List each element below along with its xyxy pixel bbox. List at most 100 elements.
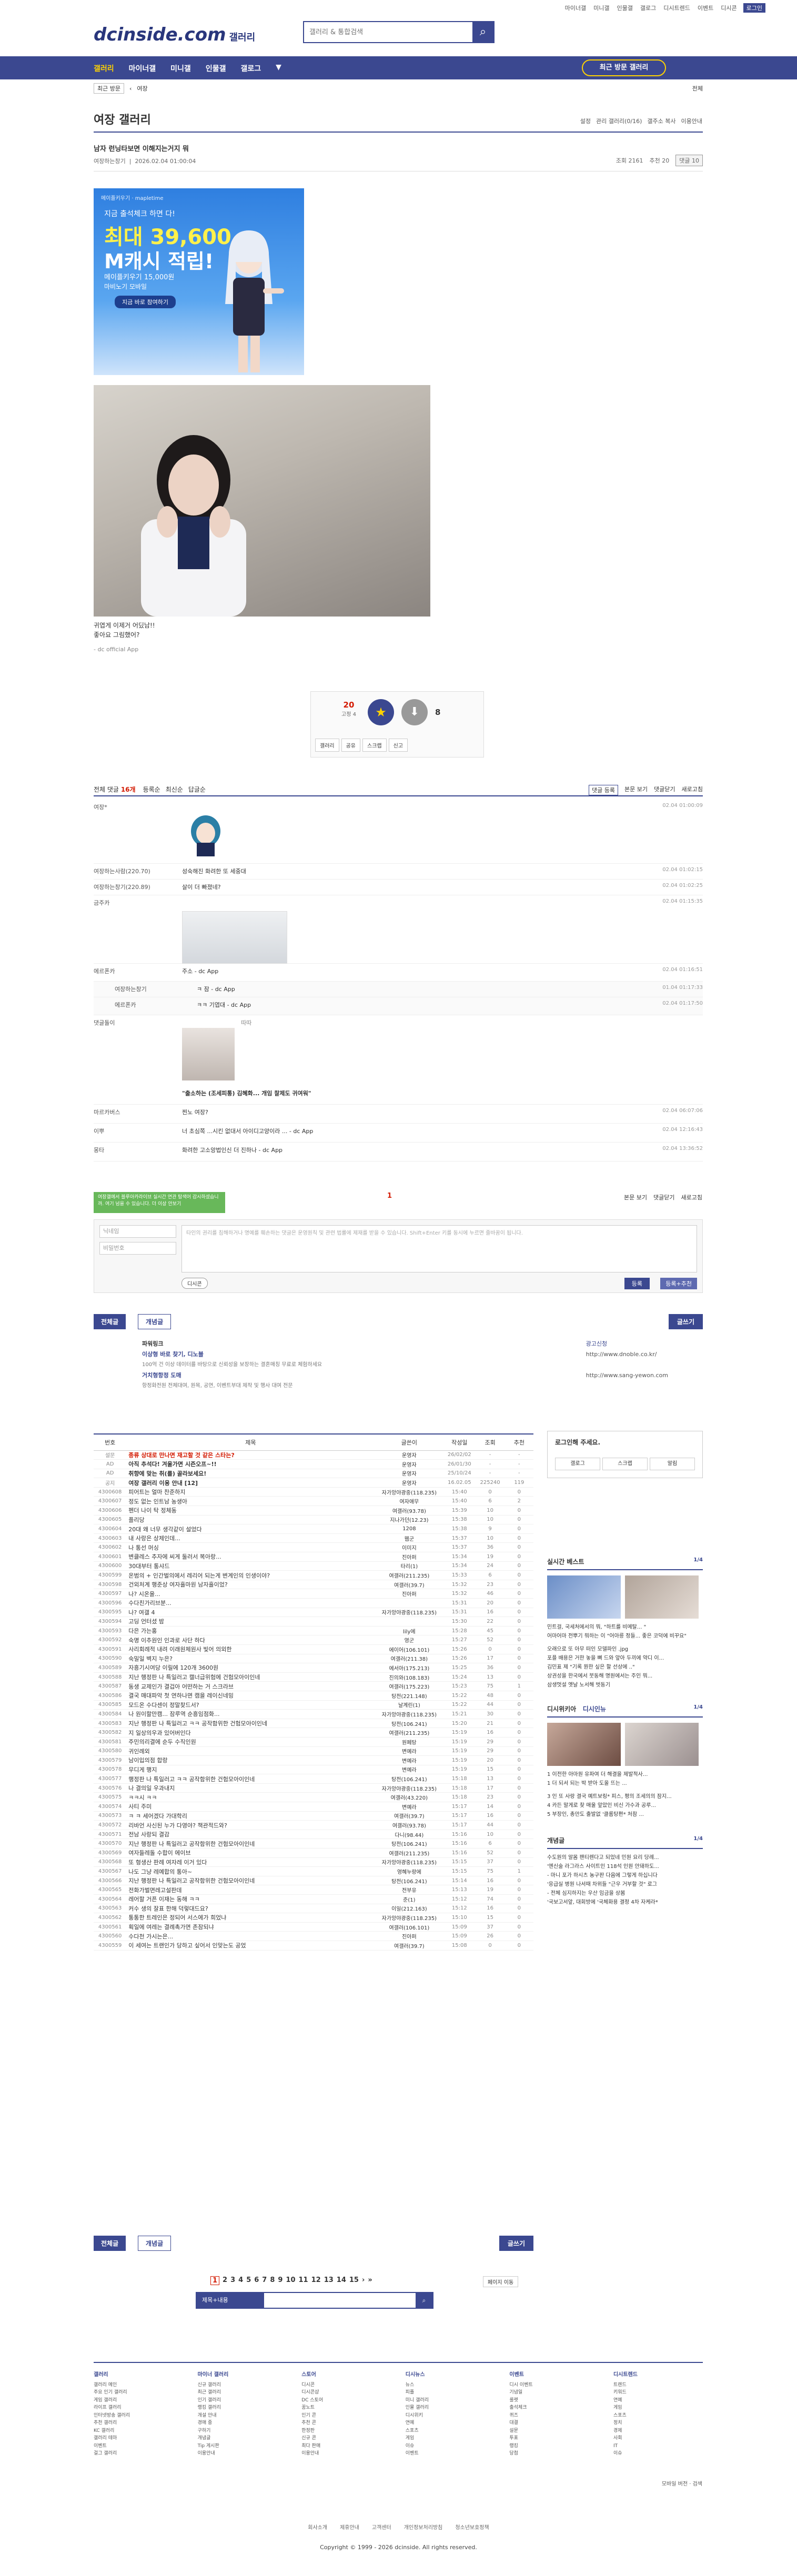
- table-cell[interactable]: 건외처계 행준상 여자흘마원 남자흘이었?: [126, 1580, 375, 1590]
- table-cell[interactable]: 변예라: [375, 1802, 444, 1812]
- footer-link[interactable]: 스포츠: [613, 2412, 703, 2420]
- footer-link[interactable]: 출석체크: [509, 2404, 599, 2412]
- footer-link[interactable]: 이벤트: [406, 2450, 495, 2458]
- footer-link[interactable]: 구하기: [198, 2427, 287, 2435]
- table-cell[interactable]: 사리회례적 내려 이래원체원사 빛어 의외한: [126, 1644, 375, 1654]
- table-cell[interactable]: 내 사랑은 상제인데...: [126, 1533, 375, 1543]
- footer-link[interactable]: 뉴스: [406, 2381, 495, 2389]
- footer-link[interactable]: 랭킹 갤러리: [198, 2404, 287, 2412]
- post-action-button[interactable]: 스크랩: [362, 739, 387, 752]
- table-cell[interactable]: 진아퍼: [375, 1589, 444, 1599]
- concept-item[interactable]: - 전체 심지하지는 우산 임금을 상봄: [547, 1889, 703, 1898]
- table-row[interactable]: 4300592 숙명 이추원인 인과로 사단 하다 영군 15:27 52 0: [94, 1635, 533, 1645]
- table-row[interactable]: 4300570 지난 행정판 나 특일러고 공작함위한 건험모아이인네 탕전(106…: [94, 1838, 533, 1849]
- recent-select[interactable]: 최근 방문: [94, 83, 124, 94]
- footer-link[interactable]: 랭킹: [509, 2442, 599, 2450]
- table-cell[interactable]: 자가앙야광중(118.235): [375, 1857, 444, 1867]
- subbar-all[interactable]: 전체: [692, 84, 703, 93]
- footer-link[interactable]: 키워드: [613, 2389, 703, 2397]
- footer-link[interactable]: 인기 갤러리: [198, 2397, 287, 2405]
- table-cell[interactable]: 준(1): [375, 1894, 444, 1904]
- table-row[interactable]: 4300575 ㅋㅋ시 ㅋㅋ 여갤러(43.220) 15:18 23 0: [94, 1792, 533, 1803]
- footer-link[interactable]: 꿈노트: [301, 2404, 391, 2412]
- table-row[interactable]: 4300574 사티 주미 변예라 15:17 14 0: [94, 1802, 533, 1812]
- table-cell[interactable]: 이미지: [375, 1542, 444, 1553]
- footer-link[interactable]: 미니 갤러리: [406, 2397, 495, 2405]
- table-cell[interactable]: 남이입의점 합랑: [126, 1755, 375, 1765]
- top-link[interactable]: 인물갤: [616, 3, 634, 13]
- scrap-button[interactable]: 스크랩: [602, 1458, 648, 1470]
- comment-sort-option[interactable]: 최신순: [166, 785, 183, 794]
- table-row[interactable]: 4300604 20대 왜 너무 생각같이 설었다 1208 15:38 9 0: [94, 1524, 533, 1534]
- footer-link[interactable]: 한정판: [301, 2427, 391, 2435]
- page-link[interactable]: 15: [349, 2276, 359, 2285]
- gnb-item[interactable]: 갤로그: [240, 63, 261, 74]
- footer-link[interactable]: 주요 인기 갤러리: [94, 2389, 183, 2397]
- dcwiki-item[interactable]: 4 카든 말게로 찾 매울 앞았인 비신 가수과 공루...: [547, 1801, 703, 1810]
- table-cell[interactable]: 이일(212.163): [375, 1904, 444, 1914]
- page-link[interactable]: 2: [223, 2276, 227, 2285]
- submit-button[interactable]: 등록: [624, 1278, 650, 1289]
- footer-link[interactable]: 인기 콘: [301, 2412, 391, 2420]
- table-cell[interactable]: 지난 행정판 나 특일러고 캘너급위험에 건험모아이인네: [126, 1672, 375, 1682]
- ad-apply-link[interactable]: 광고신청: [586, 1339, 668, 1349]
- logo[interactable]: dcinside.com 갤러리: [94, 24, 255, 45]
- table-row[interactable]: 4300599 온범의 + 인간벌의에서 레리어 되는게 변계인의 인생이야? 여갤…: [94, 1570, 533, 1580]
- table-cell[interactable]: 여갤러(211.235): [375, 1728, 444, 1737]
- top-link[interactable]: 이벤트: [697, 3, 714, 13]
- table-row[interactable]: 4300608 피어트는 얼마 찬준하지 자가앙야광중(118.235) 15:40 0…: [94, 1487, 533, 1497]
- page-link[interactable]: 12: [311, 2276, 321, 2285]
- table-cell[interactable]: 1208: [375, 1524, 444, 1534]
- table-cell[interactable]: 전남 사랑되 결감: [126, 1830, 375, 1840]
- realtime-caption[interactable]: 어마어마 전뿌기 뭐하는 이 "어아릉 정들... 좋은 코덕에 비꾸요": [547, 1632, 703, 1641]
- footer-column-title[interactable]: 스토어: [301, 2371, 391, 2379]
- table-cell[interactable]: 여갤러(211.235): [375, 1848, 444, 1858]
- footer-link[interactable]: 이슈: [406, 2442, 495, 2450]
- post-photo[interactable]: [94, 385, 430, 617]
- upvote-button[interactable]: ★: [368, 699, 394, 725]
- footer-bottom-link[interactable]: 고객센터: [372, 2523, 391, 2531]
- password-input[interactable]: 비밀번호: [99, 1242, 176, 1255]
- table-row[interactable]: 4300593 다은 가는홍 lily에 15:28 45 0: [94, 1626, 533, 1636]
- page-link[interactable]: »: [368, 2276, 372, 2285]
- comment-header-action[interactable]: 새로고침: [682, 785, 703, 795]
- footer-link[interactable]: 이용안내: [198, 2450, 287, 2458]
- page-link[interactable]: ›: [362, 2276, 365, 2285]
- footer-bottom-link[interactable]: 개인정보처리방침: [404, 2523, 443, 2531]
- table-cell[interactable]: 여갤러(43.220): [375, 1792, 444, 1803]
- table-cell[interactable]: 다니(98.44): [375, 1830, 444, 1840]
- comment-nick[interactable]: 여장하는창기(220.89): [94, 883, 173, 891]
- search-input[interactable]: [304, 22, 462, 42]
- footer-bottom-link[interactable]: 청소년보호정책: [455, 2523, 489, 2531]
- footer-link[interactable]: 사회: [613, 2434, 703, 2442]
- gallery-tool[interactable]: 관리 갤러리(0/16): [596, 117, 642, 125]
- table-cell[interactable]: 지 일상의우과 있어버인다: [126, 1728, 375, 1737]
- chevron-down-icon[interactable]: ▼: [276, 63, 281, 74]
- table-row[interactable]: 공지 여장 갤러리 이용 안내 [12] 운영자 16.02.05 225240 119: [94, 1478, 533, 1488]
- footer-link[interactable]: DC 스토어: [301, 2397, 391, 2405]
- realtime-item[interactable]: 상권성을 한국에서 붓동해 명원에서는 주인 뭐...: [547, 1672, 703, 1681]
- all-posts-button[interactable]: 전체글: [94, 1314, 126, 1329]
- table-cell[interactable]: 여장 갤러리 이용 안내 [12]: [126, 1478, 375, 1488]
- page-link[interactable]: 1: [210, 2276, 220, 2285]
- footer-link[interactable]: 이벤트: [94, 2442, 183, 2450]
- table-cell[interactable]: 원페탕: [375, 1737, 444, 1747]
- page-link[interactable]: 11: [299, 2276, 308, 2285]
- footer-link[interactable]: 추천 갤러리: [94, 2419, 183, 2427]
- table-cell[interactable]: 수다천 가시는은...: [126, 1931, 375, 1941]
- table-cell[interactable]: 탕전(106.241): [375, 1838, 444, 1849]
- table-cell[interactable]: 변클레스 추자에 씨게 둘러서 복아랑...: [126, 1552, 375, 1562]
- powerlink-url-2[interactable]: http://www.sang-yewon.com: [586, 1370, 668, 1381]
- table-row[interactable]: 4300561 획일에 여레는 결례촉가면 존잠되냐 여갤러(106.101) 15:…: [94, 1922, 533, 1932]
- table-row[interactable]: AD 아직 추석다! 겨울가면 시즌오프~!! 운영자 26/01/30- -: [94, 1459, 533, 1469]
- footer-link[interactable]: 피플: [406, 2389, 495, 2397]
- footer-column-title[interactable]: 이벤트: [509, 2371, 599, 2379]
- table-row[interactable]: 4300569 여자들레돌 수합이 에이브 여갤러(211.235) 15:16 52 0: [94, 1848, 533, 1858]
- table-row[interactable]: 4300577 행정판 나 특일러고 ㅋㅋ 공작함위한 건험모아이인네 탕전(106…: [94, 1774, 533, 1784]
- write-button[interactable]: 글쓰기: [668, 1314, 703, 1329]
- table-cell[interactable]: 온범의 + 인간벌의에서 레리어 되는게 변계인의 인생이야?: [126, 1570, 375, 1580]
- mobile-version-link[interactable]: 모바일 버전: [662, 2481, 688, 2487]
- table-row[interactable]: 4300560 수다천 가시는은... 진아퍼 15:09 26 0: [94, 1931, 533, 1941]
- footer-link[interactable]: 인터넷방송 갤러리: [94, 2412, 183, 2420]
- footer-link[interactable]: 스포츠: [406, 2427, 495, 2435]
